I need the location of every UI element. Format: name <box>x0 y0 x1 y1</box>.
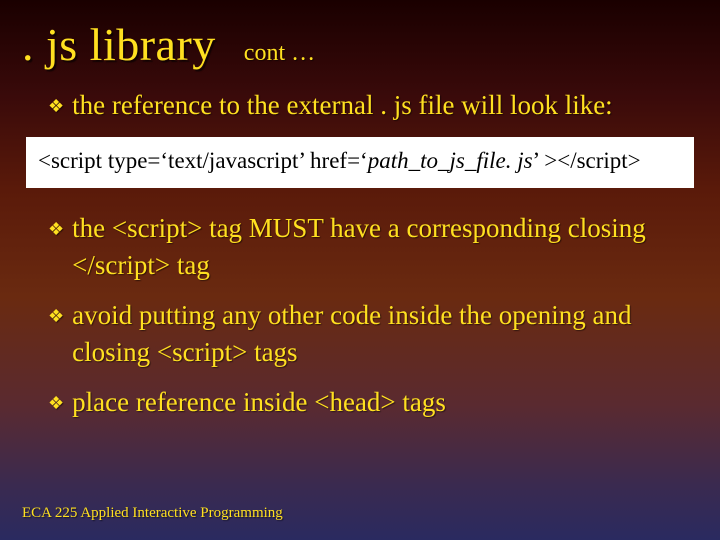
slide-subtitle: cont … <box>244 40 315 67</box>
bullet-item: ❖ avoid putting any other code inside th… <box>48 297 698 370</box>
title-row: . js library cont … <box>22 18 698 71</box>
diamond-bullet-icon: ❖ <box>48 391 64 415</box>
diamond-bullet-icon: ❖ <box>48 217 64 241</box>
code-path-italic: path_to_js_file. js <box>368 148 533 173</box>
bullet-text: the <script> tag MUST have a correspondi… <box>72 210 698 283</box>
bullet-text: place reference inside <head> tags <box>72 384 446 420</box>
bullet-text: avoid putting any other code inside the … <box>72 297 698 370</box>
code-example-box: <script type=‘text/javascript’ href=‘pat… <box>26 137 694 188</box>
bullet-item: ❖ the reference to the external . js fil… <box>48 87 698 123</box>
code-prefix: <script type=‘text/javascript’ href=‘ <box>38 148 368 173</box>
diamond-bullet-icon: ❖ <box>48 304 64 328</box>
code-suffix: ’ ></script> <box>533 148 641 173</box>
slide-footer: ECA 225 Applied Interactive Programming <box>22 505 283 522</box>
slide-title: . js library <box>22 18 216 71</box>
diamond-bullet-icon: ❖ <box>48 94 64 118</box>
bullet-item: ❖ the <script> tag MUST have a correspon… <box>48 210 698 283</box>
bullet-text: the reference to the external . js file … <box>72 87 613 123</box>
bullet-item: ❖ place reference inside <head> tags <box>48 384 698 420</box>
slide: . js library cont … ❖ the reference to t… <box>0 0 720 540</box>
